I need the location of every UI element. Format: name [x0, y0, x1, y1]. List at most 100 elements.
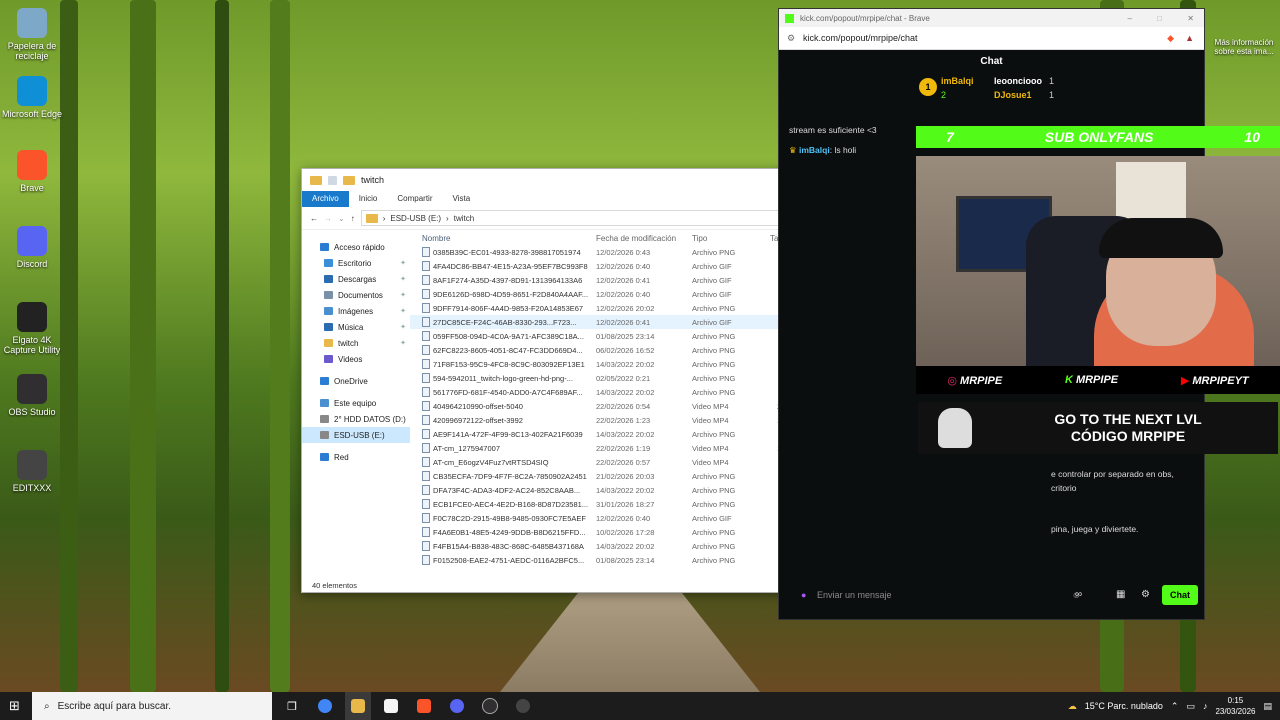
- nav-item[interactable]: Este equipo: [302, 395, 410, 411]
- up-arrow-icon[interactable]: ↑: [351, 214, 355, 223]
- ribbon-tab[interactable]: Inicio: [349, 191, 388, 207]
- pin-icon[interactable]: ✦: [400, 259, 406, 267]
- breadcrumb-drive[interactable]: ESD-USB (E:): [390, 214, 441, 223]
- leaderboard-name[interactable]: imBalqi: [941, 76, 974, 86]
- forward-arrow-icon[interactable]: →: [324, 214, 332, 223]
- ribbon-tab[interactable]: Compartir: [387, 191, 442, 207]
- nav-item[interactable]: Red: [302, 449, 410, 465]
- windows-start-icon[interactable]: ⊞: [9, 698, 20, 714]
- file-date: 31/01/2026 18:27: [596, 499, 655, 509]
- nav-item-icon: [320, 453, 329, 461]
- column-date[interactable]: Fecha de modificación: [596, 234, 692, 243]
- brave-rewards-icon[interactable]: ▲: [1185, 33, 1194, 43]
- file-name: CB35ECFA-7DF9-4F7F-8C2A-7850902A2451: [410, 471, 596, 481]
- settings-icon[interactable]: ⚙: [1141, 589, 1150, 600]
- nav-item-label: Acceso rápido: [334, 242, 385, 252]
- minimize-icon[interactable]: –: [1128, 14, 1132, 23]
- send-chat-button[interactable]: Chat: [1162, 585, 1198, 605]
- file-name: 404964210990-offset-5040: [410, 401, 596, 411]
- calculator-icon[interactable]: [378, 692, 404, 720]
- bamboo-stalk: [270, 0, 290, 692]
- brave-shields-icon[interactable]: ◆: [1167, 33, 1174, 44]
- elgato-taskbar-icon[interactable]: [510, 692, 536, 720]
- editxxx-icon: [17, 450, 47, 480]
- weather-icon[interactable]: ☁: [1068, 701, 1077, 712]
- new-folder-icon[interactable]: [343, 175, 355, 185]
- leaderboard-name[interactable]: DJosue1: [994, 90, 1032, 100]
- column-type[interactable]: Tipo: [692, 234, 762, 243]
- file-name-text: 4FA4DC86-BB47-4E15-A23A-95EF7BC993F8: [433, 261, 588, 271]
- properties-icon[interactable]: [328, 175, 337, 185]
- instagram-icon: ◎: [947, 374, 957, 387]
- task-view-icon[interactable]: ❐: [279, 692, 305, 720]
- desktop-shortcut[interactable]: Brave: [0, 150, 64, 193]
- url-bar[interactable]: ⚙ kick.com/popout/mrpipe/chat ◆ ▲: [779, 27, 1204, 50]
- file-name-text: 9DE6126D-698D-4D59-8651-F2D840A4AAF...: [433, 289, 589, 299]
- nav-item[interactable]: Descargas ✦: [302, 271, 410, 287]
- chat-input[interactable]: ● Enviar un mensaje ☺: [789, 585, 1081, 605]
- chat-message[interactable]: ♛ imBalqi: ls holi: [789, 145, 856, 156]
- taskbar-search[interactable]: ⌕ Escribe aquí para buscar.: [32, 692, 272, 720]
- nav-item[interactable]: 2° HDD DATOS (D:): [302, 411, 410, 427]
- volume-icon[interactable]: ♪: [1203, 701, 1208, 711]
- ribbon-tab[interactable]: Archivo: [302, 191, 349, 207]
- file-name-text: AE9F141A-472F-4F99-8C13-402FA21F6039: [433, 429, 583, 439]
- pin-icon[interactable]: ✦: [400, 323, 406, 331]
- desktop-shortcut[interactable]: Elgato 4K Capture Utility: [0, 302, 64, 355]
- browser-titlebar[interactable]: kick.com/popout/mrpipe/chat - Brave – □ …: [779, 9, 1204, 27]
- file-date: 14/03/2022 20:02: [596, 541, 655, 551]
- desktop-shortcut[interactable]: EDITXXX: [0, 450, 64, 493]
- edge-icon: [17, 76, 47, 106]
- points-icon[interactable]: ∞: [1075, 589, 1082, 600]
- file-explorer-taskbar-icon[interactable]: [345, 692, 371, 720]
- weather-text[interactable]: 15°C Parc. nublado: [1085, 701, 1163, 711]
- leaderboard-name[interactable]: leoonciooo: [994, 76, 1042, 86]
- breadcrumb-folder[interactable]: twitch: [454, 214, 474, 223]
- desktop-shortcut[interactable]: OBS Studio: [0, 374, 64, 417]
- chat-username[interactable]: imBalqi: [799, 145, 830, 155]
- pin-icon[interactable]: ✦: [400, 307, 406, 315]
- store-icon[interactable]: ▦: [1116, 589, 1125, 600]
- nav-item[interactable]: Videos: [302, 351, 410, 367]
- file-name: 059FF508-094D-4C0A-9A71-AFC389C18A...: [410, 331, 596, 341]
- desktop-shortcut-label: OBS Studio: [8, 407, 56, 417]
- mic-icon[interactable]: ●: [801, 590, 806, 600]
- nav-item[interactable]: Música ✦: [302, 319, 410, 335]
- nav-item[interactable]: Documentos ✦: [302, 287, 410, 303]
- desktop-shortcut[interactable]: Papelera de reciclaje: [0, 8, 64, 61]
- desktop-info-text[interactable]: Más información sobre esta ima...: [1212, 38, 1276, 56]
- nav-item[interactable]: twitch ✦: [302, 335, 410, 351]
- pin-icon[interactable]: ✦: [400, 275, 406, 283]
- chrome-icon[interactable]: [312, 692, 338, 720]
- ribbon-tab[interactable]: Vista: [443, 191, 481, 207]
- brave-taskbar-icon[interactable]: [411, 692, 437, 720]
- pin-icon[interactable]: ✦: [400, 291, 406, 299]
- nav-item[interactable]: Acceso rápido: [302, 239, 410, 255]
- desktop-shortcut[interactable]: Microsoft Edge: [0, 76, 64, 119]
- file-icon: [422, 359, 430, 369]
- file-type: Archivo PNG: [692, 527, 736, 537]
- clock[interactable]: 0:15 23/03/2026: [1215, 695, 1255, 717]
- back-arrow-icon[interactable]: ←: [310, 214, 318, 223]
- pin-icon[interactable]: ✦: [400, 339, 406, 347]
- clock-date: 23/03/2026: [1215, 707, 1256, 716]
- network-icon[interactable]: ▭: [1186, 701, 1195, 712]
- desktop-shortcut[interactable]: Discord: [0, 226, 64, 269]
- nav-item[interactable]: Escritorio ✦: [302, 255, 410, 271]
- column-name[interactable]: Nombre: [410, 234, 596, 243]
- file-date: 01/08/2025 23:14: [596, 331, 655, 341]
- nav-item[interactable]: Imágenes ✦: [302, 303, 410, 319]
- url-text[interactable]: kick.com/popout/mrpipe/chat: [803, 33, 918, 43]
- nav-item[interactable]: ESD-USB (E:): [302, 427, 410, 443]
- close-icon[interactable]: ✕: [1187, 14, 1194, 23]
- file-type: Archivo PNG: [692, 303, 736, 313]
- obs-taskbar-icon[interactable]: [477, 692, 503, 720]
- nav-item[interactable]: OneDrive: [302, 373, 410, 389]
- site-settings-icon[interactable]: ⚙: [787, 33, 795, 44]
- show-hidden-icons-icon[interactable]: ⌃: [1171, 701, 1179, 712]
- file-icon: [422, 429, 430, 439]
- discord-taskbar-icon[interactable]: [444, 692, 470, 720]
- history-chevron-icon[interactable]: ⌄: [338, 214, 345, 223]
- notifications-icon[interactable]: ▤: [1263, 701, 1272, 712]
- maximize-icon[interactable]: □: [1157, 14, 1162, 23]
